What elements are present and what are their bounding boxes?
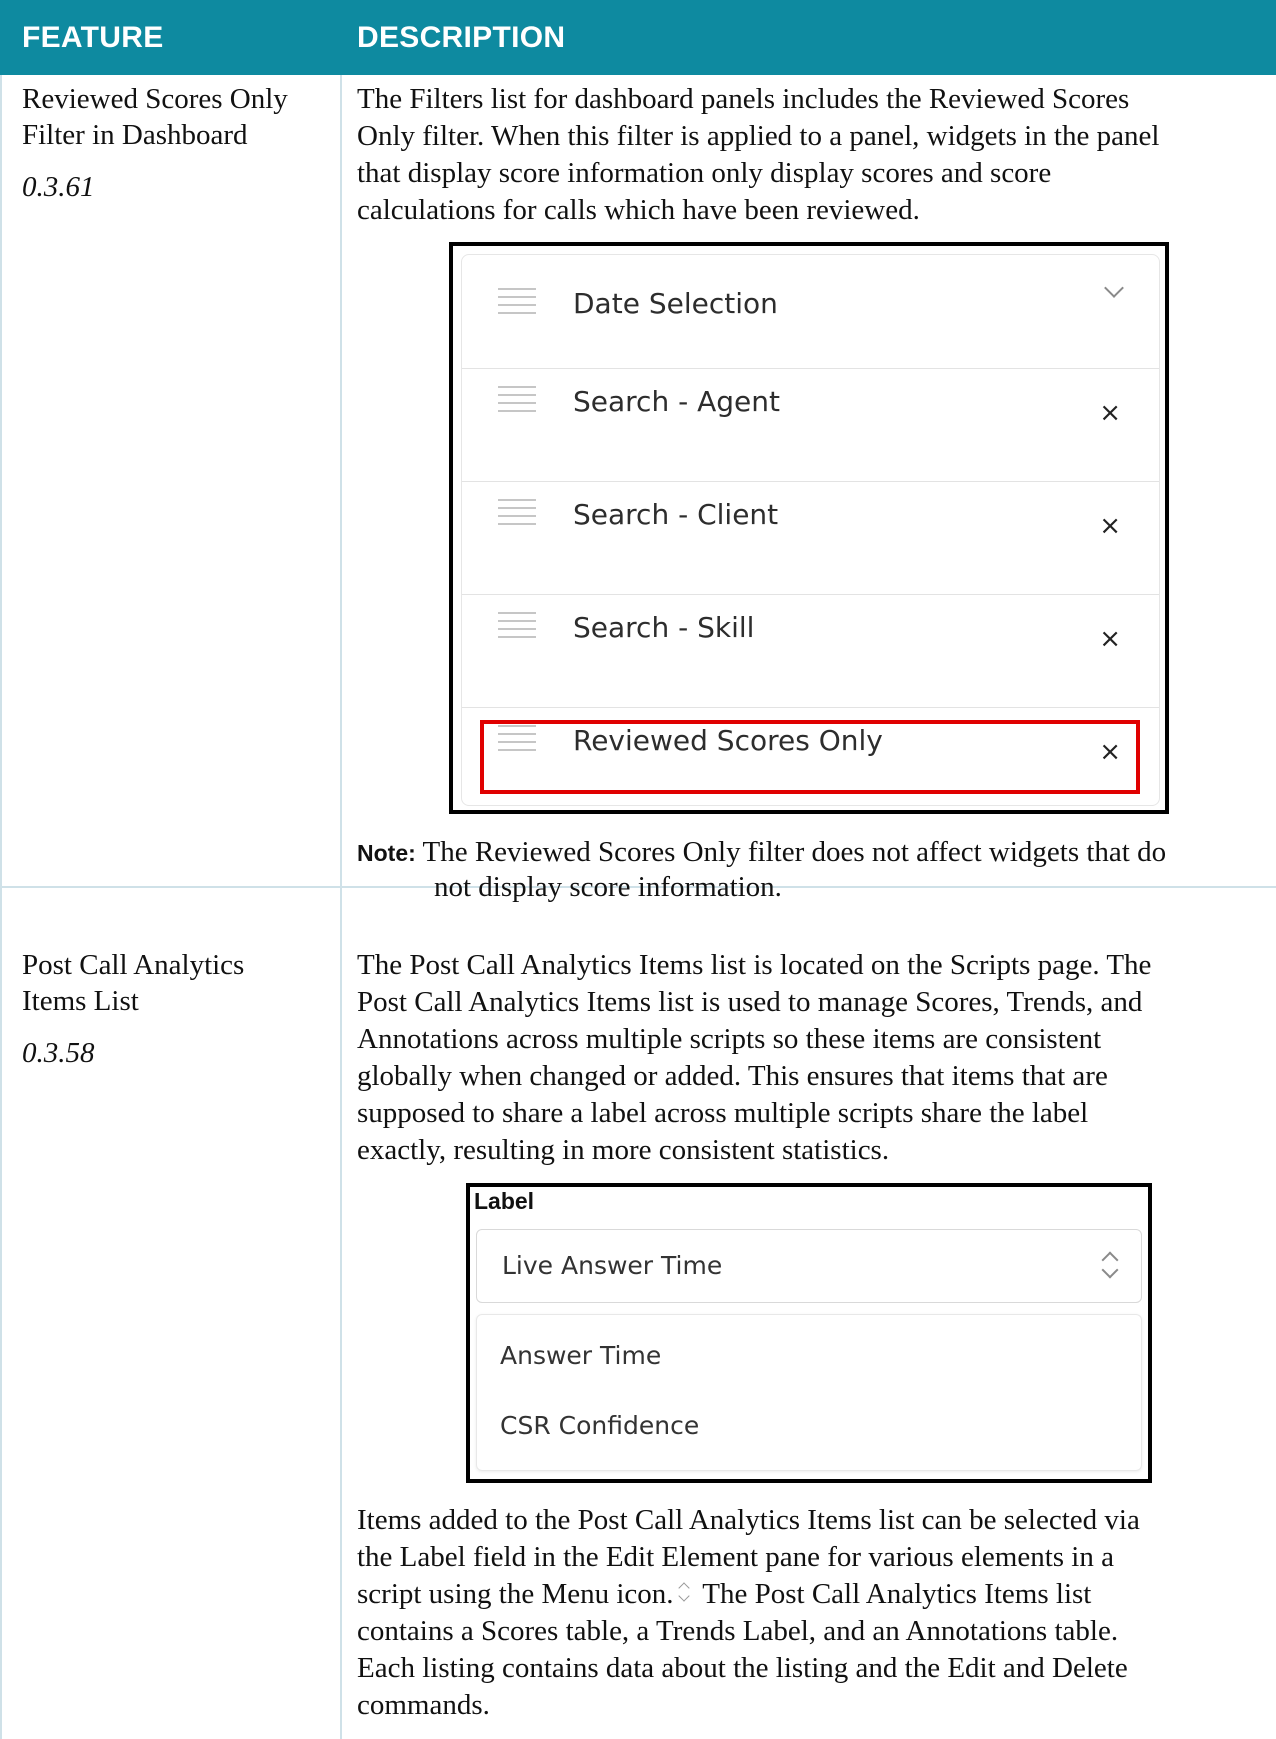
close-icon[interactable]: × (1099, 624, 1121, 654)
drag-handle-icon[interactable] (498, 288, 536, 320)
close-icon[interactable]: × (1099, 511, 1121, 541)
description-line: Only filter. When this filter is applied… (357, 120, 1160, 152)
label-dropdown-screenshot: Label Live Answer Time Answer Time CSR C… (466, 1183, 1152, 1483)
feature-description-continued: Items added to the Post Call Analytics I… (357, 1502, 1262, 1724)
feature-column-header: FEATURE (22, 21, 164, 54)
description-line: contains a Scores table, a Trends Label,… (357, 1615, 1119, 1647)
label-option[interactable]: CSR Confidence (500, 1411, 699, 1440)
filters-list-screenshot: Date Selection Search - Agent × Search -… (449, 242, 1169, 814)
drag-handle-icon[interactable] (498, 386, 536, 418)
label-select-value: Live Answer Time (502, 1251, 723, 1280)
drag-handle-icon[interactable] (498, 612, 536, 644)
filters-panel: Date Selection Search - Agent × Search -… (461, 254, 1160, 806)
feature-name-line: Items List (22, 985, 139, 1017)
up-down-chevron-icon[interactable] (1101, 1248, 1119, 1284)
column-divider (340, 75, 342, 1739)
description-line: the Label field in the Edit Element pane… (357, 1541, 1114, 1573)
filter-label: Date Selection (573, 287, 778, 320)
description-line: The Post Call Analytics Items list is lo… (357, 949, 1152, 981)
feature-name-line: Filter in Dashboard (22, 119, 248, 151)
feature-version: 0.3.58 (22, 1037, 95, 1069)
description-line: globally when changed or added. This ens… (357, 1060, 1108, 1092)
label-select[interactable]: Live Answer Time (476, 1229, 1142, 1303)
filter-label: Search - Skill (573, 611, 755, 644)
filter-row-search-agent[interactable]: Search - Agent × (462, 368, 1159, 482)
filter-label: Search - Agent (573, 385, 780, 418)
description-line: Items added to the Post Call Analytics I… (357, 1504, 1140, 1536)
table-border-left (0, 75, 2, 1739)
description-line: Post Call Analytics Items list is used t… (357, 986, 1143, 1018)
label-option[interactable]: Answer Time (500, 1341, 661, 1370)
feature-name-line: Post Call Analytics (22, 949, 245, 981)
description-column-header: DESCRIPTION (357, 21, 566, 54)
description-line: commands. (357, 1689, 490, 1721)
description-line: Annotations across multiple scripts so t… (357, 1023, 1102, 1055)
feature-name-line: Reviewed Scores Only (22, 83, 288, 115)
description-line: exactly, resulting in more consistent st… (357, 1134, 890, 1166)
description-text: The Post Call Analytics Items list (695, 1578, 1092, 1610)
note-label: Note: (357, 840, 416, 866)
label-field-title: Label (474, 1188, 535, 1214)
note-text-continued: not display score information. (434, 871, 782, 903)
close-icon[interactable]: × (1099, 398, 1121, 428)
table-header: FEATURE DESCRIPTION (0, 0, 1276, 75)
description-text: script using the Menu icon. (357, 1578, 674, 1610)
menu-icon (677, 1580, 692, 1606)
feature-table: FEATURE DESCRIPTION Reviewed Scores Only… (0, 0, 1276, 1739)
filter-row-search-client[interactable]: Search - Client × (462, 481, 1159, 595)
description-line: calculations for calls which have been r… (357, 194, 920, 226)
filter-row-search-skill[interactable]: Search - Skill × (462, 594, 1159, 708)
highlight-box (480, 720, 1140, 794)
drag-handle-icon[interactable] (498, 499, 536, 531)
feature-description: The Post Call Analytics Items list is lo… (357, 947, 1262, 1169)
filter-row-date-selection[interactable]: Date Selection (462, 255, 1159, 369)
description-line: supposed to share a label across multipl… (357, 1097, 1089, 1129)
description-line: that display score information only disp… (357, 157, 1052, 189)
chevron-down-icon[interactable] (1104, 278, 1124, 298)
note: Note: The Reviewed Scores Only filter do… (357, 834, 1262, 872)
description-line: Each listing contains data about the lis… (357, 1652, 1128, 1684)
feature-description: The Filters list for dashboard panels in… (357, 81, 1262, 229)
description-line-with-icon: script using the Menu icon. The Post Cal… (357, 1576, 1262, 1613)
note-text: The Reviewed Scores Only filter does not… (415, 836, 1167, 868)
feature-version: 0.3.61 (22, 171, 95, 203)
description-line: The Filters list for dashboard panels in… (357, 83, 1130, 115)
filter-label: Search - Client (573, 498, 779, 531)
label-options-menu: Answer Time CSR Confidence (476, 1314, 1142, 1471)
